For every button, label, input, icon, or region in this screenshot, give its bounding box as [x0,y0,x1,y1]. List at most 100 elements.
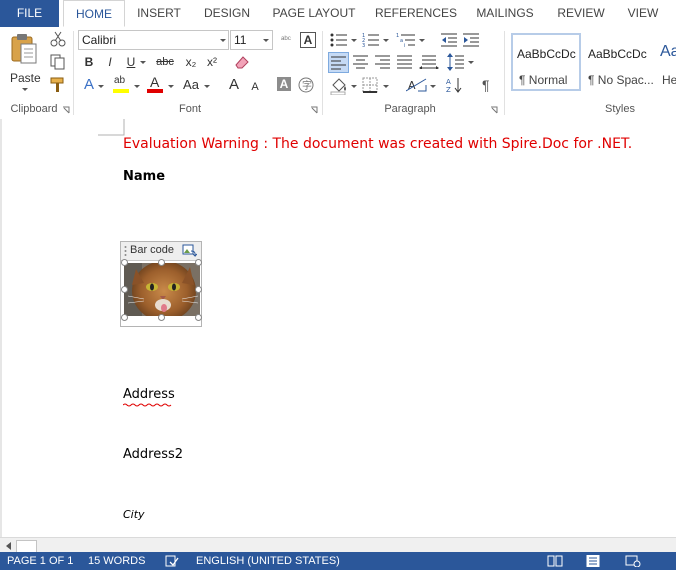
svg-text:字: 字 [302,79,312,92]
paste-label: Paste [10,71,41,85]
styles-group-label: Styles [605,103,635,115]
copy-icon[interactable] [50,54,66,70]
tab-mailings[interactable]: MAILINGS [470,0,540,27]
resize-handle[interactable] [195,286,202,293]
resize-handle[interactable] [195,314,202,321]
image-content-control[interactable]: Bar code [120,241,202,327]
resize-handle[interactable] [121,286,128,293]
print-layout-icon[interactable] [586,555,600,567]
font-name-dropdown-icon [220,39,226,42]
align-center-icon[interactable] [353,55,369,69]
font-launcher-icon[interactable] [310,106,318,114]
document-canvas[interactable]: Evaluation Warning : The document was cr… [0,119,676,537]
tab-design[interactable]: DESIGN [198,0,256,27]
style-name: ¶ Normal [519,73,568,87]
paragraph-launcher-icon[interactable] [490,106,498,114]
shrink-font-button[interactable]: A [246,78,264,96]
subscript-button[interactable]: x₂ [182,53,200,71]
address2-text: Address2 [123,447,184,462]
style-normal[interactable]: AaBbCcDc ¶ Normal [511,33,581,91]
content-control-title: Bar code [130,244,175,256]
highlight-button[interactable]: ab [112,75,132,95]
style-heading[interactable]: Aa He [657,33,676,91]
italic-button[interactable]: I [101,53,119,71]
text-effects-icon[interactable]: A [80,76,98,94]
increase-indent-icon[interactable] [462,32,480,48]
line-spacing-icon[interactable] [447,52,465,72]
name-label: Name [123,169,166,184]
word-count-status[interactable]: 15 WORDS [88,552,145,570]
resize-handle[interactable] [158,259,165,266]
horizontal-scrollbar[interactable] [0,537,676,553]
cut-icon[interactable] [50,31,66,47]
change-case-button[interactable]: Aa [180,76,202,94]
text-effects-box-icon[interactable]: A [300,32,316,48]
font-color-button[interactable]: A [146,74,166,95]
strikethrough-button[interactable]: abc [152,53,178,71]
tab-home[interactable]: HOME [63,0,125,27]
read-mode-icon[interactable] [547,555,563,567]
tab-view[interactable]: VIEW [620,0,666,27]
clipboard-launcher-icon[interactable] [62,106,70,114]
change-picture-icon[interactable] [182,244,197,258]
style-name: He [662,73,676,87]
tab-references[interactable]: REFERENCES [372,0,460,27]
svg-text:a: a [400,38,403,44]
cat-picture[interactable] [124,263,200,316]
character-shading-button[interactable]: A [277,77,291,91]
grow-font-button[interactable]: A [225,76,243,94]
language-status[interactable]: ENGLISH (UNITED STATES) [196,552,340,570]
web-layout-icon[interactable] [625,555,641,567]
tab-insert[interactable]: INSERT [131,0,187,27]
decrease-indent-icon[interactable] [440,32,458,48]
numbering-icon[interactable]: 123 [362,32,380,48]
resize-handle[interactable] [195,259,202,266]
font-color-a-icon: A [150,74,160,90]
superscript-button[interactable]: x² [203,53,221,71]
tab-page-layout[interactable]: PAGE LAYOUT [268,0,360,27]
resize-handle[interactable] [121,259,128,266]
distributed-align-icon[interactable] [419,55,439,69]
change-case-dropdown-icon [204,85,210,88]
format-painter-icon[interactable] [50,77,66,93]
sort-icon[interactable]: AZ [446,77,462,93]
borders-icon[interactable] [362,77,378,93]
align-right-icon[interactable] [375,55,391,69]
enclose-characters-icon[interactable]: 字 [298,77,314,93]
svg-text:A: A [446,78,451,86]
scroll-left-button[interactable] [2,539,16,551]
underline-button[interactable]: U [122,53,140,71]
group-separator [504,31,505,115]
bullets-icon[interactable] [330,32,348,48]
eraser-icon[interactable] [234,54,250,70]
drag-handle-icon[interactable] [124,245,127,257]
proofing-icon[interactable] [165,555,179,567]
ribbon: Paste Clipboard Calibri 11 ᵃᵇᶜ A B I U a… [0,27,676,120]
style-no-spacing[interactable]: AaBbCcDc ¶ No Spac... [584,33,654,91]
multilevel-list-icon[interactable]: 1ai [396,32,416,48]
highlight-pen-icon: ab [114,75,126,86]
paste-icon [11,34,37,64]
font-color-bar [147,89,163,93]
paste-button[interactable]: Paste [6,31,44,91]
tab-file[interactable]: FILE [0,0,59,27]
justify-icon[interactable] [397,55,413,69]
asian-layout-icon[interactable]: A [406,77,428,93]
font-name-combo[interactable]: Calibri [78,30,229,50]
bold-button[interactable]: B [80,53,98,71]
resize-handle[interactable] [121,314,128,321]
tab-review[interactable]: REVIEW [552,0,610,27]
status-bar: PAGE 1 OF 1 15 WORDS ENGLISH (UNITED STA… [0,552,676,570]
ribbon-tab-bar: FILE HOME INSERT DESIGN PAGE LAYOUT REFE… [0,0,676,28]
show-hide-marks-icon[interactable]: ¶ [482,77,490,93]
resize-handle[interactable] [158,314,165,321]
align-left-button[interactable] [328,52,349,73]
shading-icon[interactable] [330,77,348,95]
highlight-dropdown-icon [134,85,140,88]
style-preview: AaBbCcDc [588,47,647,61]
multilevel-dropdown-icon [419,39,425,42]
address-text: Address [123,387,175,402]
page-count-status[interactable]: PAGE 1 OF 1 [7,552,73,570]
borders-dropdown-icon [383,85,389,88]
clear-all-formatting-icon[interactable]: ᵃᵇᶜ [277,30,295,48]
